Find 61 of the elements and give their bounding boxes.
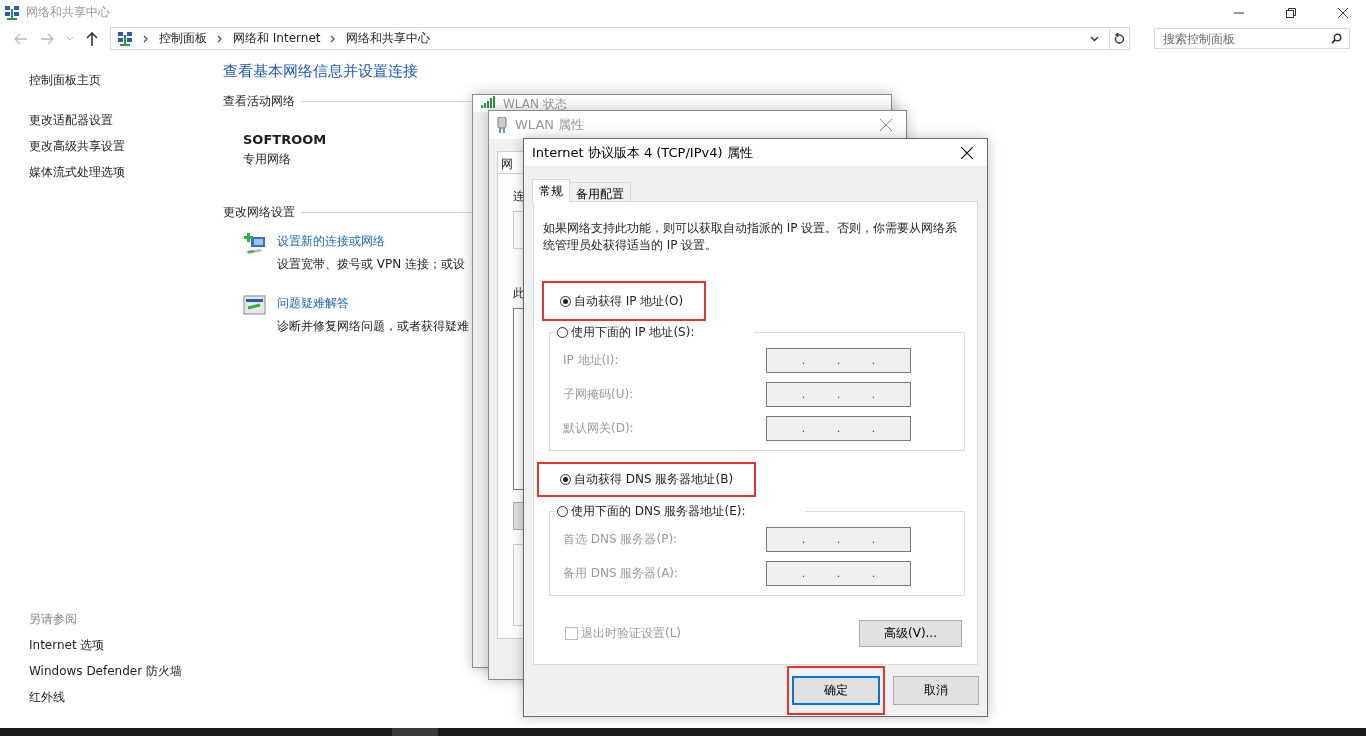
chevron-icon: [330, 34, 337, 43]
adapter-icon: [497, 117, 507, 133]
chevron-icon: [143, 34, 149, 43]
breadcrumb[interactable]: 控制面板: [159, 30, 207, 47]
task-link[interactable]: 设置新的连接或网络: [277, 233, 385, 250]
close-icon: [880, 119, 892, 131]
network-icon: [4, 4, 20, 21]
tab[interactable]: 备用配置: [569, 182, 631, 202]
breadcrumb[interactable]: 网络和共享中心: [346, 30, 431, 47]
up-arrow-icon: [86, 31, 98, 46]
sidebar-link[interactable]: 媒体流式处理选项: [29, 164, 223, 181]
forward-arrow-icon: [40, 32, 54, 45]
field-label: 首选 DNS 服务器(P):: [563, 531, 679, 548]
field-label: 默认网关(D):: [563, 420, 635, 437]
refresh-icon: [1114, 32, 1125, 45]
signal-icon: [481, 96, 495, 108]
search-icon: [1331, 33, 1342, 44]
address-bar[interactable]: 控制面板 网络和 Internet 网络和共享中心: [110, 27, 1130, 50]
section-heading: 另请参阅: [29, 611, 78, 628]
task-link[interactable]: 问题疑难解答: [277, 295, 349, 312]
section-heading: 查看活动网络: [223, 93, 295, 110]
sidebar-link[interactable]: 控制面板主页: [29, 72, 223, 89]
section-label: 连: [513, 188, 525, 205]
tab[interactable]: 常规: [532, 179, 570, 202]
advanced-button[interactable]: 高级(V)...: [859, 620, 962, 647]
dropdown-icon: [1090, 35, 1099, 42]
page-heading: 查看基本网络信息并设置连接: [223, 62, 418, 81]
window-title: WLAN 属性: [515, 116, 586, 134]
task-description: 诊断并修复网络问题，或者获得疑难: [277, 318, 469, 335]
chevron-icon: [217, 34, 223, 43]
field-label: IP 地址(I):: [563, 352, 620, 369]
network-icon: [117, 30, 133, 47]
field-label: 子网掩码(U):: [563, 386, 635, 403]
field-label: 备用 DNS 服务器(A):: [563, 565, 680, 582]
restore-icon: [1286, 7, 1296, 18]
sidebar-link[interactable]: 更改高级共享设置: [29, 138, 223, 155]
radio-option[interactable]: 自动获得 DNS 服务器地址(B): [560, 471, 734, 488]
cancel-button[interactable]: 取消: [893, 676, 979, 706]
radio-option[interactable]: 使用下面的 IP 地址(S):: [557, 324, 695, 341]
description-text: 如果网络支持此功能，则可以获取自动指派的 IP 设置。否则，你需要从网络系统管理员处获得适当的 IP 设置。: [543, 220, 959, 254]
back-arrow-icon: [14, 32, 28, 45]
sidebar-link[interactable]: Windows Defender 防火墙: [29, 663, 223, 680]
search-field[interactable]: 搜索控制面板: [1154, 28, 1350, 49]
dialog-title: Internet 协议版本 4 (TCP/IPv4) 属性: [532, 143, 754, 162]
sidebar-link[interactable]: 红外线: [29, 689, 223, 706]
sidebar-link[interactable]: 更改适配器设置: [29, 112, 223, 129]
troubleshoot-icon: [243, 295, 267, 317]
close-icon: [1338, 7, 1348, 18]
window-title: 网络和共享中心: [26, 4, 111, 21]
section-heading: 更改网络设置: [223, 204, 295, 221]
window-title: WLAN 状态: [503, 96, 568, 113]
network-type: 专用网络: [243, 151, 291, 168]
close-icon: [961, 146, 973, 159]
breadcrumb[interactable]: 网络和 Internet: [233, 30, 321, 47]
ok-button[interactable]: 确定: [792, 676, 880, 706]
radio-option[interactable]: 自动获得 IP 地址(O): [560, 292, 684, 310]
network-add-icon: [243, 233, 267, 257]
sidebar-link[interactable]: Internet 选项: [29, 637, 223, 654]
chevron-down-icon: [66, 35, 74, 42]
task-description: 设置宽带、拨号或 VPN 连接；或设: [277, 256, 466, 273]
network-name: SOFTROOM: [243, 132, 327, 147]
